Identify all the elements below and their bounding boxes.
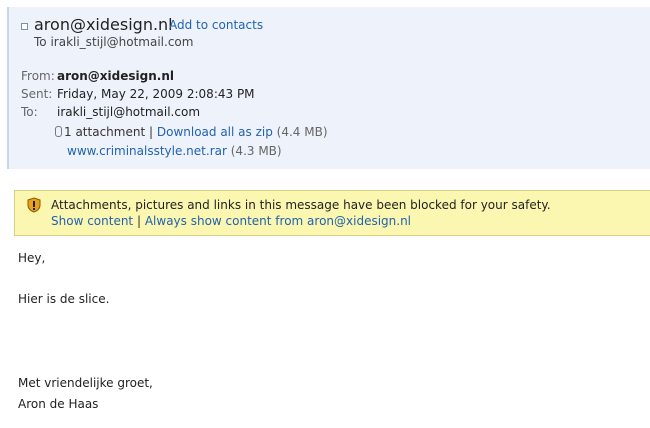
attachment-count: 1 attachment: [64, 125, 146, 139]
add-to-contacts-link[interactable]: Add to contacts: [169, 18, 263, 32]
attachment-file-size: (4.3 MB): [230, 144, 282, 158]
from-value: aron@xidesign.nl: [57, 69, 174, 83]
show-content-link[interactable]: Show content: [51, 214, 133, 228]
download-all-link[interactable]: Download all as zip: [157, 125, 273, 139]
to-summary: To irakli_stijl@hotmail.com: [34, 35, 194, 49]
safety-warning-bar: Attachments, pictures and links in this …: [14, 190, 650, 236]
message-header: aron@xidesign.nl Add to contacts To irak…: [7, 7, 650, 169]
paperclip-icon: [55, 126, 62, 137]
body-greeting: Hey,: [18, 251, 46, 265]
sent-value: Friday, May 22, 2009 2:08:43 PM: [57, 87, 255, 101]
sender-name[interactable]: aron@xidesign.nl: [34, 15, 173, 34]
always-show-content-link[interactable]: Always show content from aron@xidesign.n…: [145, 214, 411, 228]
to-label: To:: [21, 105, 38, 119]
from-label: From:: [21, 69, 55, 83]
warning-links: Show content | Always show content from …: [51, 214, 411, 228]
attachment-file: www.criminalsstyle.net.rar (4.3 MB): [67, 144, 282, 158]
body-line: Hier is de slice.: [18, 292, 110, 306]
body-closing: Met vriendelijke groet,: [18, 376, 153, 390]
warning-message: Attachments, pictures and links in this …: [51, 198, 551, 212]
download-size: (4.4 MB): [276, 125, 328, 139]
collapse-icon[interactable]: [21, 23, 28, 30]
separator: |: [148, 125, 154, 139]
separator: |: [136, 214, 142, 228]
attachment-file-link[interactable]: www.criminalsstyle.net.rar: [67, 144, 227, 158]
body-signature: Aron de Haas: [18, 397, 99, 411]
attachment-row: 1 attachment | Download all as zip (4.4 …: [55, 125, 328, 139]
to-value: irakli_stijl@hotmail.com: [57, 105, 201, 119]
sent-label: Sent:: [21, 87, 53, 101]
shield-icon: [27, 197, 41, 213]
